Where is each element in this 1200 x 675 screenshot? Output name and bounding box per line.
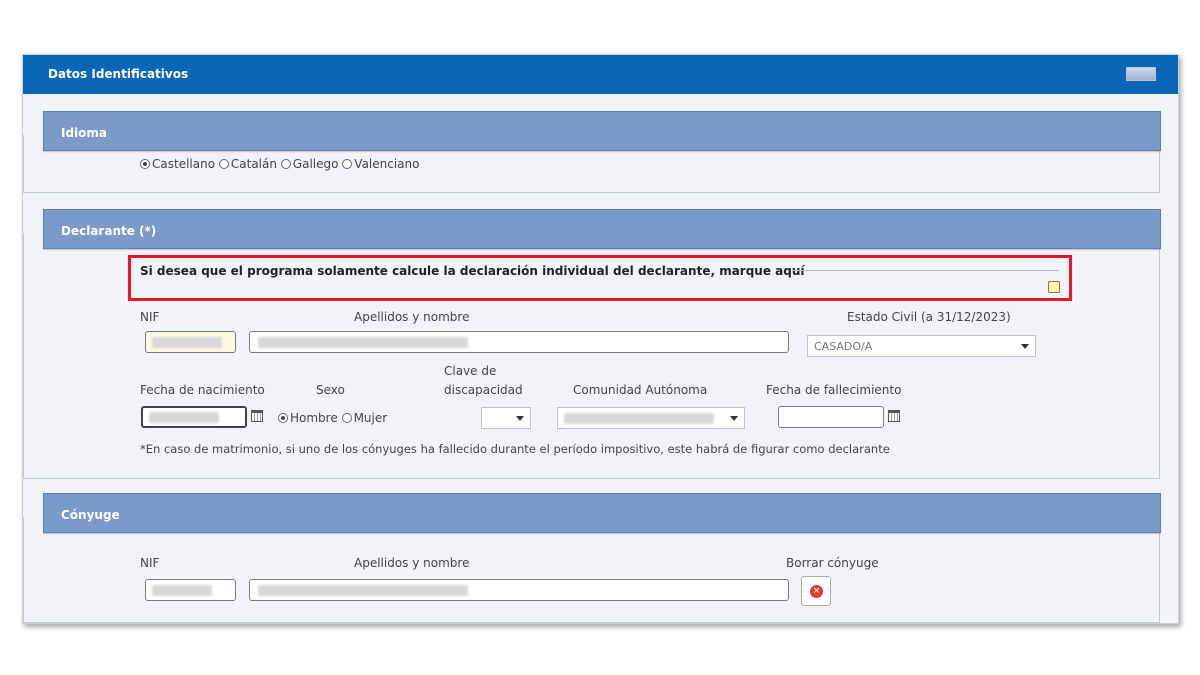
radio-catalan[interactable]: Catalán	[218, 157, 277, 171]
radio-icon	[278, 413, 288, 423]
conyuge-name-label: Apellidos y nombre	[354, 556, 470, 570]
idioma-header: Idioma	[43, 111, 1161, 151]
redacted-value	[149, 412, 219, 423]
calendar-icon[interactable]	[888, 410, 900, 422]
close-icon: ×	[810, 585, 823, 598]
conyuge-nif-input[interactable]	[145, 579, 236, 601]
radio-valenciano[interactable]: Valenciano	[342, 157, 419, 171]
redacted-value	[152, 585, 212, 596]
declarante-header: Declarante (*)	[43, 209, 1161, 249]
comunidad-select[interactable]	[557, 407, 745, 429]
chevron-down-icon	[516, 416, 524, 421]
panel-header: Datos Identificativos	[23, 55, 1178, 94]
name-label: Apellidos y nombre	[354, 310, 470, 324]
conyuge-nif-label: NIF	[140, 556, 160, 570]
radio-icon	[140, 159, 150, 169]
conyuge-title: Cónyuge	[61, 508, 120, 522]
datos-identificativos-panel: Datos Identificativos Idioma Castellano …	[22, 54, 1179, 624]
matrimonio-note: *En caso de matrimonio, si uno de los có…	[140, 442, 890, 456]
clave-discapacidad-select[interactable]	[481, 407, 531, 429]
fecha-nac-input[interactable]	[141, 406, 247, 428]
redacted-value	[564, 413, 714, 424]
fecha-nac-label: Fecha de nacimiento	[140, 383, 265, 397]
radio-icon	[280, 159, 291, 169]
declarante-title: Declarante (*)	[61, 224, 157, 238]
radio-mujer[interactable]: Mujer	[341, 411, 387, 425]
conyuge-header: Cónyuge	[43, 493, 1161, 533]
idioma-title: Idioma	[61, 126, 108, 140]
radio-icon	[342, 159, 353, 169]
redacted-value	[152, 337, 222, 348]
name-input[interactable]	[249, 331, 789, 353]
radio-castellano[interactable]: Castellano	[140, 157, 215, 171]
comunidad-label: Comunidad Autónoma	[573, 383, 708, 397]
clave-label-2: discapacidad	[444, 383, 523, 397]
redacted-value	[258, 337, 468, 348]
fecha-fall-input[interactable]	[778, 406, 884, 428]
chevron-down-icon	[730, 416, 738, 421]
nif-label: NIF	[140, 310, 160, 324]
nif-input[interactable]	[145, 331, 236, 353]
estado-civil-select[interactable]: CASADO/A	[807, 335, 1036, 357]
redacted-value	[258, 585, 468, 596]
radio-icon	[218, 159, 229, 169]
estado-civil-label: Estado Civil (a 31/12/2023)	[847, 310, 1011, 324]
clave-label-1: Clave de	[444, 364, 497, 378]
highlight-box	[128, 255, 1072, 301]
borrar-conyuge-button[interactable]: ×	[801, 576, 831, 606]
fecha-fall-label: Fecha de fallecimiento	[766, 383, 902, 397]
calendar-icon[interactable]	[251, 410, 263, 422]
idioma-options: Castellano Catalán Gallego Valenciano	[140, 157, 419, 171]
panel-title: Datos Identificativos	[48, 67, 189, 81]
sexo-label: Sexo	[316, 383, 345, 397]
chevron-down-icon	[1021, 344, 1029, 349]
sexo-options: Hombre Mujer	[278, 411, 387, 425]
conyuge-name-input[interactable]	[249, 579, 789, 601]
borrar-conyuge-label: Borrar cónyuge	[786, 556, 879, 570]
radio-hombre[interactable]: Hombre	[278, 411, 338, 425]
radio-gallego[interactable]: Gallego	[280, 157, 338, 171]
radio-icon	[341, 413, 352, 423]
collapse-icon[interactable]	[1126, 67, 1156, 81]
